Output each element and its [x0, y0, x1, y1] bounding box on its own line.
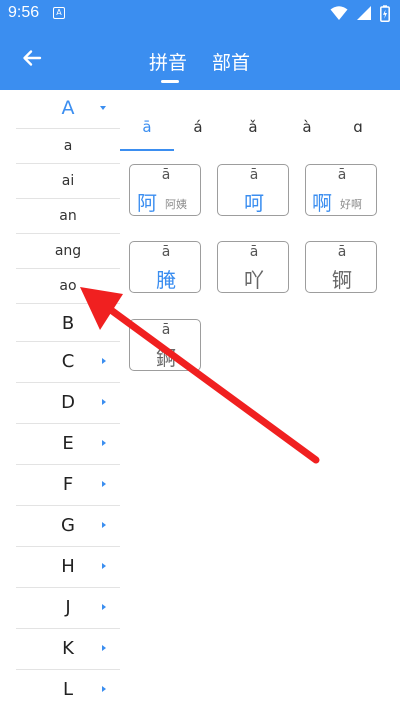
- char-card[interactable]: ā 阿 阿姨: [129, 164, 201, 216]
- letter-item[interactable]: G: [16, 506, 120, 547]
- letter-item[interactable]: F: [16, 465, 120, 506]
- char-card[interactable]: ā 锕: [305, 241, 377, 293]
- syllable-item[interactable]: an: [16, 199, 120, 234]
- letter-item[interactable]: K: [16, 629, 120, 670]
- letter-item[interactable]: B: [16, 304, 120, 342]
- back-arrow-icon[interactable]: [18, 44, 46, 72]
- caret-right-icon: [102, 563, 106, 569]
- letter-header[interactable]: A: [16, 90, 120, 129]
- syllable-item[interactable]: ao: [16, 269, 120, 304]
- notification-icon: A: [53, 7, 65, 19]
- letter-list: A a ai an ang ao B C D E F G H J K L: [16, 90, 120, 710]
- char-card[interactable]: ā 啊 好啊: [305, 164, 377, 216]
- signal-icon: [356, 6, 371, 20]
- tone-tab[interactable]: à: [287, 118, 327, 136]
- status-icons: [327, 5, 390, 24]
- char-pinyin: ā: [337, 167, 347, 183]
- syllable-item[interactable]: ang: [16, 234, 120, 269]
- syllable-item[interactable]: a: [16, 129, 120, 164]
- char-card[interactable]: ā 腌: [129, 241, 201, 293]
- tone-tab[interactable]: á: [178, 118, 218, 136]
- char-pinyin: ā: [249, 244, 259, 260]
- letter-item[interactable]: D: [16, 383, 120, 424]
- caret-right-icon: [102, 481, 106, 487]
- syllable-label: ai: [61, 173, 75, 189]
- wifi-icon: [330, 6, 348, 20]
- char-pinyin: ā: [161, 322, 171, 338]
- status-time: 9:56: [8, 4, 40, 21]
- letter-item[interactable]: H: [16, 547, 120, 588]
- syllable-item[interactable]: ai: [16, 164, 120, 199]
- tone-tab[interactable]: ɑ: [338, 118, 378, 136]
- char-glyph: 呵: [244, 191, 264, 215]
- caret-right-icon: [102, 399, 106, 405]
- char-glyph: 吖: [244, 268, 264, 292]
- letter-label: B: [61, 313, 75, 334]
- tab-radical[interactable]: 部首: [212, 48, 250, 75]
- char-glyph: 阿: [137, 191, 157, 215]
- syllable-label: ao: [59, 278, 77, 294]
- caret-right-icon: [102, 686, 106, 692]
- caret-down-icon: [100, 106, 106, 110]
- tone-tab[interactable]: ǎ: [233, 118, 273, 136]
- tab-indicator: [161, 80, 179, 83]
- char-example: 阿姨: [165, 198, 187, 211]
- battery-icon: [380, 5, 390, 22]
- tone-tabs: ā á ǎ à ɑ: [120, 112, 390, 152]
- caret-right-icon: [102, 440, 106, 446]
- tone-underline: [120, 149, 174, 151]
- char-glyph: 啊: [312, 191, 332, 215]
- char-glyph: 锕: [332, 268, 352, 292]
- char-card[interactable]: ā 呵: [217, 164, 289, 216]
- char-pinyin: ā: [249, 167, 259, 183]
- tab-pinyin[interactable]: 拼音: [149, 48, 187, 75]
- caret-right-icon: [102, 358, 106, 364]
- syllable-label: ang: [54, 243, 82, 259]
- tone-tab[interactable]: ā: [127, 118, 167, 136]
- letter-item[interactable]: E: [16, 424, 120, 465]
- char-pinyin: ā: [337, 244, 347, 260]
- caret-right-icon: [102, 522, 106, 528]
- status-bar: 9:56 A: [0, 0, 400, 26]
- char-card[interactable]: ā 吖: [217, 241, 289, 293]
- caret-right-icon: [102, 645, 106, 651]
- syllable-label: a: [63, 138, 73, 154]
- char-example: 好啊: [340, 198, 362, 211]
- app-bar: 9:56 A 拼音 部首: [0, 0, 400, 90]
- char-pinyin: ā: [161, 244, 171, 260]
- char-glyph: 腌: [156, 268, 176, 292]
- letter-item[interactable]: C: [16, 342, 120, 383]
- letter-item[interactable]: J: [16, 588, 120, 629]
- caret-right-icon: [102, 604, 106, 610]
- char-pinyin: ā: [161, 167, 171, 183]
- syllable-label: an: [59, 208, 77, 224]
- char-glyph: 錒: [156, 346, 176, 370]
- letter-item[interactable]: L: [16, 670, 120, 710]
- char-card[interactable]: ā 錒: [129, 319, 201, 371]
